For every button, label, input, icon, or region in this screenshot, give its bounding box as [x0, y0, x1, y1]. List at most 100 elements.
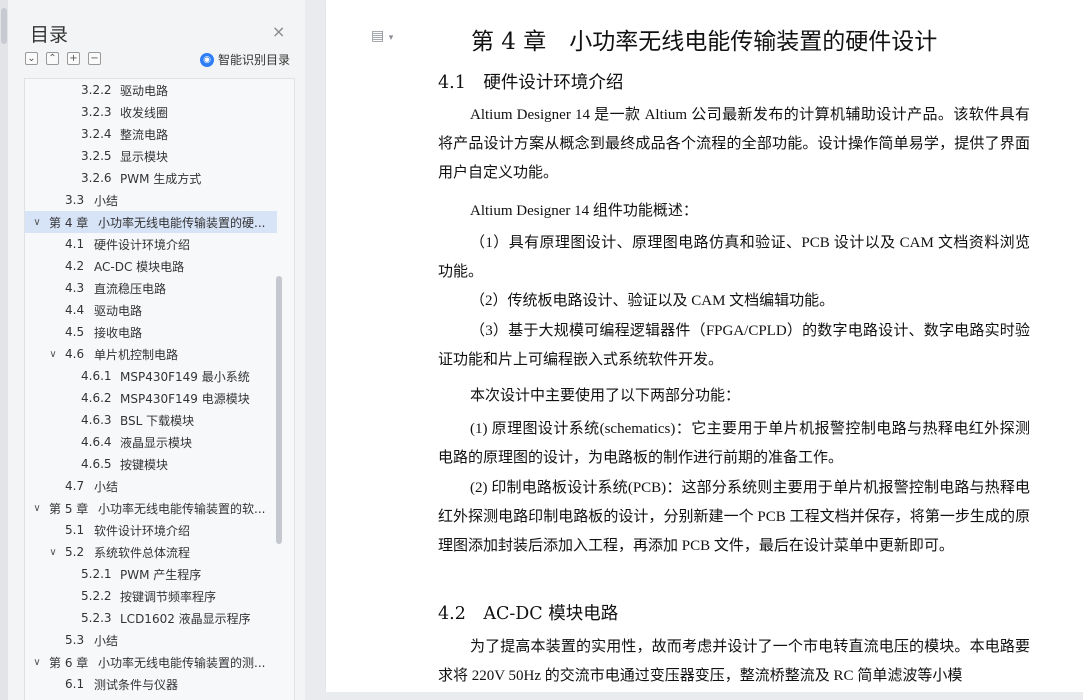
toc-item[interactable]: 3.2.4 整流电路: [25, 123, 277, 145]
chevron-down-icon[interactable]: ∨: [31, 503, 43, 514]
paragraph: (2) 印制电路板设计系统(PCB)：这部分系统则主要用于单片机报警控制电路与热…: [438, 480, 1030, 554]
toc-item-label: 驱动电路: [120, 83, 169, 98]
toc-item[interactable]: 3.2.2 驱动电路: [25, 79, 277, 101]
paragraph: Altium Designer 14 是一款 Altium 公司最新发布的计算机…: [438, 107, 1030, 181]
paragraph: Altium Designer 14 组件功能概述：: [470, 203, 698, 219]
sidebar-title: 目录: [30, 24, 69, 46]
toc-item-number: 5.2.2: [81, 589, 112, 603]
toc-item-number: 4.5: [65, 325, 85, 339]
toc-item[interactable]: 3.3 小结: [25, 189, 277, 211]
toc-item[interactable]: 4.6.3 BSL 下载模块: [25, 409, 277, 431]
toc-item[interactable]: 4.6.2 MSP430F149 电源模块: [25, 387, 277, 409]
toc-item-label: 显示模块: [120, 149, 169, 164]
toc-item[interactable]: 3.2.5 显示模块: [25, 145, 277, 167]
toc-item-label: 小结: [94, 633, 119, 648]
chevron-down-icon[interactable]: ∨: [31, 657, 43, 668]
toc-sidebar: 目录 × ⌄ ⌃ + − ◉ 智能识别目录 3.2.2 驱动电路 3.2.3 收发线圈…: [0, 0, 305, 700]
toc-item[interactable]: 5.1 软件设计环境介绍: [25, 519, 277, 541]
toc-item-label: 直流稳压电路: [94, 281, 167, 296]
section-heading: 4.2 AC-DC 模块电路: [438, 604, 619, 624]
toc-item-label: 收发线圈: [120, 105, 169, 120]
toc-item-number: 4.1: [65, 237, 85, 251]
paragraph: 本次设计中主要使用了以下两部分功能：: [470, 388, 741, 404]
toc-item-label: 软件设计环境介绍: [94, 523, 191, 538]
toc-item[interactable]: 5.3 小结: [25, 629, 277, 651]
chevron-down-icon[interactable]: ∨: [31, 217, 43, 228]
toc-item[interactable]: ∨ 5.2 系统软件总体流程: [25, 541, 277, 563]
toc-item-number: 4.6: [65, 347, 85, 361]
left-scrollbar-thumb[interactable]: [1, 8, 7, 44]
toc-item-label: MSP430F149 最小系统: [120, 369, 250, 384]
toc-item[interactable]: 4.1 硬件设计环境介绍: [25, 233, 277, 255]
document-reader-window: 目录 × ⌄ ⌃ + − ◉ 智能识别目录 3.2.2 驱动电路 3.2.3 收发线圈…: [0, 0, 1083, 700]
left-scrollbar[interactable]: [0, 0, 8, 700]
toc-item[interactable]: 4.2 AC-DC 模块电路: [25, 255, 277, 277]
toc-item-label: PWM 产生程序: [120, 567, 202, 582]
toc-item[interactable]: 4.5 接收电路: [25, 321, 277, 343]
toc-item[interactable]: 4.3 直流稳压电路: [25, 277, 277, 299]
toc-item-number: 5.2: [65, 545, 85, 559]
paragraph: 为了提高本装置的实用性，故而考虑并设计了一个市电转直流电压的模块。本电路要求将 …: [438, 639, 1030, 684]
add-heading-icon[interactable]: +: [67, 52, 80, 65]
remove-heading-icon[interactable]: −: [88, 52, 101, 65]
toc-item[interactable]: 5.2.1 PWM 产生程序: [25, 563, 277, 585]
toc-item-label: 小功率无线电能传输装置的硬...: [98, 215, 266, 230]
toc-item-number: 4.6.3: [81, 413, 112, 427]
toc-item[interactable]: 6.1 测试条件与仪器: [25, 673, 277, 695]
toc-item-number: 4.6.2: [81, 391, 112, 405]
smart-toc-button[interactable]: ◉ 智能识别目录: [200, 51, 290, 68]
toc-item-number: 4.2: [65, 259, 85, 273]
paragraph: （2）传统板电路设计、验证以及 CAM 文档编辑功能。: [470, 293, 835, 309]
toc-item-number: 第 4 章: [49, 215, 89, 230]
toc-item-number: 4.6.5: [81, 457, 112, 471]
paragraph: （3）基于大规模可编程逻辑器件（FPGA/CPLD）的数字电路设计、数字电路实时…: [438, 323, 1030, 368]
toc-item-number: 3.2.5: [81, 149, 112, 163]
toc-item[interactable]: 4.6.5 按键模块: [25, 453, 277, 475]
toc-item[interactable]: ∨ 第 5 章小功率无线电能传输装置的软...: [25, 497, 277, 519]
toc-item-label: PWM 生成方式: [120, 171, 202, 186]
toc-item-label: 整流电路: [120, 127, 169, 142]
toc-item-label: 小功率无线电能传输装置的测...: [98, 655, 266, 670]
toc-item[interactable]: 5.2.3 LCD1602 液晶显示程序: [25, 607, 277, 629]
toc-item[interactable]: ∨ 4.6 单片机控制电路: [25, 343, 277, 365]
chapter-title: 第 4 章 小功率无线电能传输装置的硬件设计: [471, 29, 938, 55]
collapse-up-icon[interactable]: ⌃: [46, 52, 59, 65]
toc-item-label: MSP430F149 电源模块: [120, 391, 250, 406]
toc-panel: 3.2.2 驱动电路 3.2.3 收发线圈 3.2.4 整流电路 3.2.5 显示模块 3.2.…: [24, 78, 295, 700]
collapse-down-icon[interactable]: ⌄: [25, 52, 38, 65]
toc-item[interactable]: 4.7 小结: [25, 475, 277, 497]
toc-item[interactable]: ∨ 第 4 章小功率无线电能传输装置的硬...: [25, 211, 277, 233]
toc-item-label: 小结: [94, 479, 119, 494]
toc-item-number: 3.2.3: [81, 105, 112, 119]
toc-item-label: 系统软件总体流程: [94, 545, 191, 560]
toc-item-number: 5.3: [65, 633, 85, 647]
close-icon[interactable]: ×: [272, 22, 285, 41]
toc-scrollbar-thumb[interactable]: [276, 276, 282, 544]
toc-item-label: 测试条件与仪器: [94, 677, 179, 692]
toc-item-label: 接收电路: [94, 325, 143, 340]
toc-item-number: 5.2.3: [81, 611, 112, 625]
chevron-down-icon[interactable]: ∨: [47, 547, 59, 558]
toc-item[interactable]: 3.2.6 PWM 生成方式: [25, 167, 277, 189]
document-menu-icon[interactable]: ▤ ▾: [371, 28, 393, 44]
toc-item[interactable]: 4.6.4 液晶显示模块: [25, 431, 277, 453]
toc-item[interactable]: 3.2.3 收发线圈: [25, 101, 277, 123]
toc-item-number: 4.6.4: [81, 435, 112, 449]
chevron-down-icon[interactable]: ∨: [47, 349, 59, 360]
toc-item[interactable]: 4.6.1 MSP430F149 最小系统: [25, 365, 277, 387]
toc-item[interactable]: ∨ 第 6 章小功率无线电能传输装置的测...: [25, 651, 277, 673]
toc-item-number: 4.7: [65, 479, 85, 493]
toc-item-label: 单片机控制电路: [94, 347, 179, 362]
toc-item[interactable]: 5.2.2 按键调节频率程序: [25, 585, 277, 607]
toc-item-label: AC-DC 模块电路: [94, 259, 185, 274]
toc-item-number: 3.2.6: [81, 171, 112, 185]
toc-item-number: 第 5 章: [49, 501, 89, 516]
toc-item[interactable]: 4.4 驱动电路: [25, 299, 277, 321]
toc-item-number: 4.4: [65, 303, 85, 317]
toc-item-label: 按键模块: [120, 457, 169, 472]
toc-item-number: 4.3: [65, 281, 85, 295]
toc-item-label: 小功率无线电能传输装置的软...: [98, 501, 266, 516]
toc-item-label: 驱动电路: [94, 303, 143, 318]
toc-item-number: 3.2.4: [81, 127, 112, 141]
toc-item-label: 按键调节频率程序: [120, 589, 217, 604]
